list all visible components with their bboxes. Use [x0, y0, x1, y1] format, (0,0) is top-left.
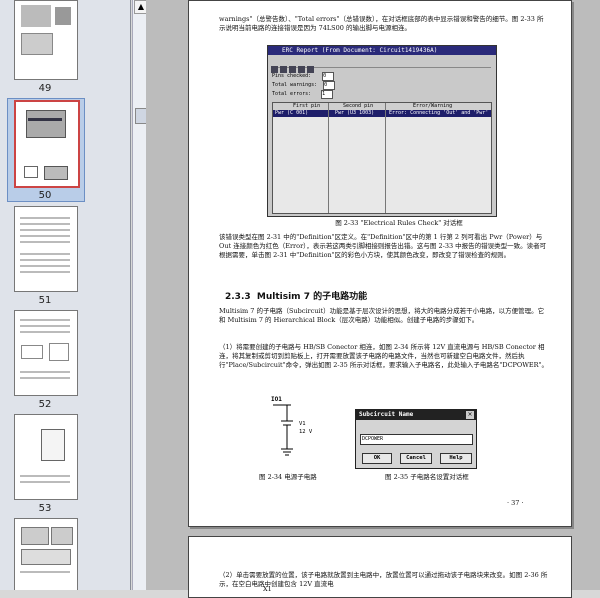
page-thumbnail-50[interactable]	[14, 100, 80, 188]
thumbnail-sidebar[interactable]: 49 50 51 52 53	[0, 0, 131, 590]
cancel-button: Cancel	[400, 453, 432, 464]
ok-button: OK	[362, 453, 392, 464]
total-warnings-value: 0	[323, 81, 336, 90]
thumbnail-label: 49	[38, 83, 52, 94]
dialog-title: Subcircuit Name	[356, 410, 476, 420]
figure-caption: 图 2-35 子电路名设置对话框	[385, 473, 469, 481]
column-header: First pin	[293, 103, 321, 109]
pins-checked-label: Pins checked:	[272, 73, 312, 79]
document-view[interactable]: warnings"（总警告数）、"Total errors"（总错误数），在对话…	[146, 0, 600, 598]
thumbnail-label: 51	[38, 295, 52, 306]
column-header: Error/Warning	[413, 103, 453, 109]
erc-report-window: ERC Report (From Document: Circuit141943…	[267, 45, 497, 217]
table-cell: Pwr (C 001)	[275, 110, 309, 116]
total-errors-value: 1	[321, 90, 334, 99]
section-number: 2.3.3	[225, 292, 251, 302]
erc-results-table: First pin Second pin Error/Warning Pwr (…	[272, 102, 492, 214]
pins-checked-value: 0	[322, 72, 335, 81]
subcircuit-name-dialog: Subcircuit Name × DCPOWER OK Cancel Help	[355, 409, 477, 469]
page-thumbnail-49[interactable]	[14, 0, 78, 80]
subcircuit-name-input: DCPOWER	[360, 434, 473, 445]
circuit-source-label: V1	[299, 421, 306, 427]
sidebar-scrollbar[interactable]: ▲	[132, 0, 148, 590]
page-number: · 37 ·	[507, 499, 524, 507]
column-divider	[328, 103, 329, 213]
total-errors-label: Total errors:	[272, 91, 312, 97]
figure-caption: 图 2-33 "Electrical Rules Check" 对话框	[335, 219, 463, 227]
erc-window-title: ERC Report (From Document: Circuit141943…	[268, 46, 496, 55]
thumbnail-label: 52	[38, 399, 52, 410]
page-thumbnail-52[interactable]	[14, 310, 78, 396]
section-title: Multisim 7 的子电路功能	[256, 292, 368, 302]
table-row: Pwr (C 001) Pwr (U3 1003) Error: Connect…	[273, 110, 491, 117]
page-thumbnail-53[interactable]	[14, 414, 78, 500]
column-header: Second pin	[343, 103, 374, 109]
circuit-io-label: IO1	[271, 396, 282, 403]
next-document-page: （2）单击需要放置的位置，该子电路就放置到主电路中，放置位置可以通过拖动该子电路…	[188, 536, 572, 598]
section-heading: 2.3.3 Multisim 7 的子电路功能	[225, 289, 367, 302]
paragraph-4: （1）将需要创建的子电路与 HB/SB Conector 相连，如图 2-34 …	[219, 343, 549, 369]
erc-summary: Pins checked: 0 Total warnings: 0 Total …	[272, 72, 336, 99]
dc-power-circuit	[273, 404, 293, 456]
paragraph-1: warnings"（总警告数）、"Total errors"（总错误数），在对话…	[219, 15, 544, 32]
thumbnail-label: 53	[38, 503, 52, 514]
column-divider	[385, 103, 386, 213]
page-thumbnail-54[interactable]	[14, 518, 78, 590]
total-warnings-label: Total warnings:	[272, 82, 318, 88]
help-button: Help	[440, 453, 472, 464]
document-page: warnings"（总警告数）、"Total errors"（总错误数），在对话…	[188, 0, 572, 527]
paragraph-3: Multisim 7 的子电路（Subcircuit）功能是基于层次设计的思想，…	[219, 307, 545, 324]
thumbnail-label: 50	[38, 190, 52, 201]
erc-toolbar	[271, 58, 491, 73]
close-icon: ×	[466, 411, 474, 419]
paragraph-2: 该错误类型在图 2-31 中的"Definition"区定义。在"Definit…	[219, 233, 547, 259]
page-thumbnail-51[interactable]	[14, 206, 78, 292]
table-cell: Pwr (U3 1003)	[335, 110, 375, 116]
figure-caption: 图 2-34 电源子电路	[259, 473, 317, 481]
table-cell: Error: Connecting 'Out' and 'Pwr' for	[389, 110, 489, 116]
circuit-voltage-label: 12 V	[299, 429, 313, 435]
